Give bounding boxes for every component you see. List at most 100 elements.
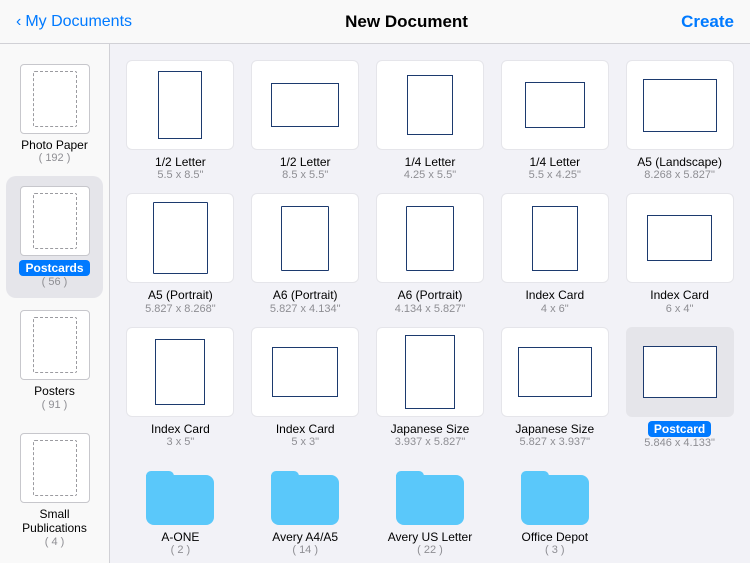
sidebar-count-photo-paper: ( 192 ): [39, 152, 71, 164]
doc-label-a6-portrait-1: A6 (Portrait): [273, 288, 338, 302]
main-container: Photo Paper ( 192 ) Postcards ( 56 ) Pos…: [0, 44, 750, 563]
doc-item-half-letter-2[interactable]: 1/2 Letter 8.5 x 5.5": [247, 60, 364, 181]
doc-item-a6-portrait-2[interactable]: A6 (Portrait) 4.134 x 5.827": [372, 193, 489, 314]
doc-label-half-letter-2: 1/2 Letter: [280, 155, 331, 169]
doc-item-a6-portrait-1[interactable]: A6 (Portrait) 5.827 x 4.134": [247, 193, 364, 314]
doc-thumb-quarter-letter-2: [501, 60, 609, 150]
sidebar-label-postcards: Postcards: [19, 260, 89, 276]
doc-label-japanese-portrait: Japanese Size: [391, 422, 470, 436]
folder-count-avery-us: ( 22 ): [417, 544, 443, 556]
header: ‹ My Documents New Document Create: [0, 0, 750, 44]
doc-label-a6-portrait-2: A6 (Portrait): [398, 288, 463, 302]
doc-thumb-a6-portrait-2: [376, 193, 484, 283]
page-title: New Document: [345, 12, 468, 32]
folder-icon-a-one: [146, 471, 214, 525]
sidebar: Photo Paper ( 192 ) Postcards ( 56 ) Pos…: [0, 44, 110, 563]
folder-count-office-depot: ( 3 ): [545, 544, 565, 556]
doc-thumb-quarter-letter-1: [376, 60, 484, 150]
doc-thumb-a6-portrait-1: [251, 193, 359, 283]
folder-item-office-depot[interactable]: Office Depot ( 3 ): [496, 461, 613, 556]
doc-item-quarter-letter-2[interactable]: 1/4 Letter 5.5 x 4.25": [496, 60, 613, 181]
doc-thumb-postcard: [626, 327, 734, 417]
folder-label-office-depot: Office Depot: [522, 530, 588, 544]
doc-sublabel-japanese-portrait: 3.937 x 5.827": [395, 436, 466, 448]
doc-label-japanese-landscape: Japanese Size: [515, 422, 594, 436]
doc-sublabel-japanese-landscape: 5.827 x 3.937": [520, 436, 591, 448]
doc-item-index-card-6x4[interactable]: Index Card 6 x 4": [621, 193, 738, 314]
sidebar-thumb-postcards: [20, 186, 90, 256]
sidebar-label-posters: Posters: [34, 384, 75, 398]
doc-label-index-card-4x6: Index Card: [525, 288, 584, 302]
doc-sublabel-half-letter-1: 5.5 x 8.5": [157, 169, 203, 181]
folder-icon-avery-a4: [271, 471, 339, 525]
doc-label-index-card-3x5: Index Card: [151, 422, 210, 436]
doc-sublabel-a6-portrait-2: 4.134 x 5.827": [395, 303, 466, 315]
doc-thumb-a5-portrait: [126, 193, 234, 283]
doc-item-quarter-letter-1[interactable]: 1/4 Letter 4.25 x 5.5": [372, 60, 489, 181]
doc-sublabel-quarter-letter-2: 5.5 x 4.25": [529, 169, 581, 181]
doc-thumb-half-letter-1: [126, 60, 234, 150]
sidebar-thumb-posters: [20, 310, 90, 380]
doc-item-japanese-portrait[interactable]: Japanese Size 3.937 x 5.827": [372, 327, 489, 449]
folder-label-avery-a4: Avery A4/A5: [272, 530, 338, 544]
doc-thumb-index-card-3x5: [126, 327, 234, 417]
doc-thumb-index-card-4x6: [501, 193, 609, 283]
doc-thumb-japanese-landscape: [501, 327, 609, 417]
doc-sublabel-a5-landscape: 8.268 x 5.827": [644, 169, 715, 181]
back-label: My Documents: [25, 13, 132, 31]
doc-label-quarter-letter-1: 1/4 Letter: [405, 155, 456, 169]
doc-item-japanese-landscape[interactable]: Japanese Size 5.827 x 3.937": [496, 327, 613, 449]
sidebar-item-photo-paper[interactable]: Photo Paper ( 192 ): [6, 54, 103, 174]
folder-icon-avery-us: [396, 471, 464, 525]
doc-sublabel-quarter-letter-1: 4.25 x 5.5": [404, 169, 456, 181]
doc-thumb-half-letter-2: [251, 60, 359, 150]
doc-sublabel-a6-portrait-1: 5.827 x 4.134": [270, 303, 341, 315]
doc-item-index-card-4x6[interactable]: Index Card 4 x 6": [496, 193, 613, 314]
folder-item-avery-a4[interactable]: Avery A4/A5 ( 14 ): [247, 461, 364, 556]
sidebar-thumb-small-publications: [20, 433, 90, 503]
doc-sublabel-a5-portrait: 5.827 x 8.268": [145, 303, 216, 315]
doc-thumb-a5-landscape: [626, 60, 734, 150]
sidebar-count-posters: ( 91 ): [42, 399, 68, 411]
sidebar-label-photo-paper: Photo Paper: [21, 138, 88, 152]
doc-item-a5-landscape[interactable]: A5 (Landscape) 8.268 x 5.827": [621, 60, 738, 181]
create-button[interactable]: Create: [681, 12, 734, 32]
doc-sublabel-postcard: 5.846 x 4.133": [644, 437, 715, 449]
doc-item-half-letter-1[interactable]: 1/2 Letter 5.5 x 8.5": [122, 60, 239, 181]
folder-label-a-one: A-ONE: [161, 530, 199, 544]
sidebar-thumb-photo-paper: [20, 64, 90, 134]
doc-label-quarter-letter-2: 1/4 Letter: [529, 155, 580, 169]
sidebar-item-small-publications[interactable]: Small Publications ( 4 ): [6, 423, 103, 558]
doc-label-half-letter-1: 1/2 Letter: [155, 155, 206, 169]
doc-sublabel-index-card-6x4: 6 x 4": [666, 303, 694, 315]
sidebar-label-small-publications: Small Publications: [14, 507, 95, 536]
doc-sublabel-index-card-3x5: 3 x 5": [167, 436, 195, 448]
folder-count-avery-a4: ( 14 ): [292, 544, 318, 556]
sidebar-item-posters[interactable]: Posters ( 91 ): [6, 300, 103, 420]
doc-sublabel-half-letter-2: 8.5 x 5.5": [282, 169, 328, 181]
folder-item-a-one[interactable]: A-ONE ( 2 ): [122, 461, 239, 556]
doc-item-index-card-3x5[interactable]: Index Card 3 x 5": [122, 327, 239, 449]
folder-label-avery-us: Avery US Letter: [388, 530, 472, 544]
doc-thumb-index-card-6x4: [626, 193, 734, 283]
doc-label-a5-portrait: A5 (Portrait): [148, 288, 213, 302]
doc-sublabel-index-card-5x3: 5 x 3": [291, 436, 319, 448]
doc-label-a5-landscape: A5 (Landscape): [637, 155, 722, 169]
doc-label-index-card-5x3: Index Card: [276, 422, 335, 436]
folder-item-avery-us[interactable]: Avery US Letter ( 22 ): [372, 461, 489, 556]
folder-count-a-one: ( 2 ): [171, 544, 191, 556]
doc-label-index-card-6x4: Index Card: [650, 288, 709, 302]
doc-item-index-card-5x3[interactable]: Index Card 5 x 3": [247, 327, 364, 449]
content-grid: 1/2 Letter 5.5 x 8.5" 1/2 Letter 8.5 x 5…: [110, 44, 750, 563]
doc-item-postcard[interactable]: Postcard 5.846 x 4.133": [621, 327, 738, 449]
folder-icon-office-depot: [521, 471, 589, 525]
sidebar-count-small-publications: ( 4 ): [45, 536, 65, 548]
doc-thumb-index-card-5x3: [251, 327, 359, 417]
sidebar-count-postcards: ( 56 ): [42, 276, 68, 288]
sidebar-item-postcards[interactable]: Postcards ( 56 ): [6, 176, 103, 298]
doc-sublabel-index-card-4x6: 4 x 6": [541, 303, 569, 315]
back-button[interactable]: ‹ My Documents: [16, 13, 132, 31]
doc-label-postcard: Postcard: [648, 421, 711, 437]
doc-item-a5-portrait[interactable]: A5 (Portrait) 5.827 x 8.268": [122, 193, 239, 314]
back-chevron-icon: ‹: [16, 13, 21, 31]
